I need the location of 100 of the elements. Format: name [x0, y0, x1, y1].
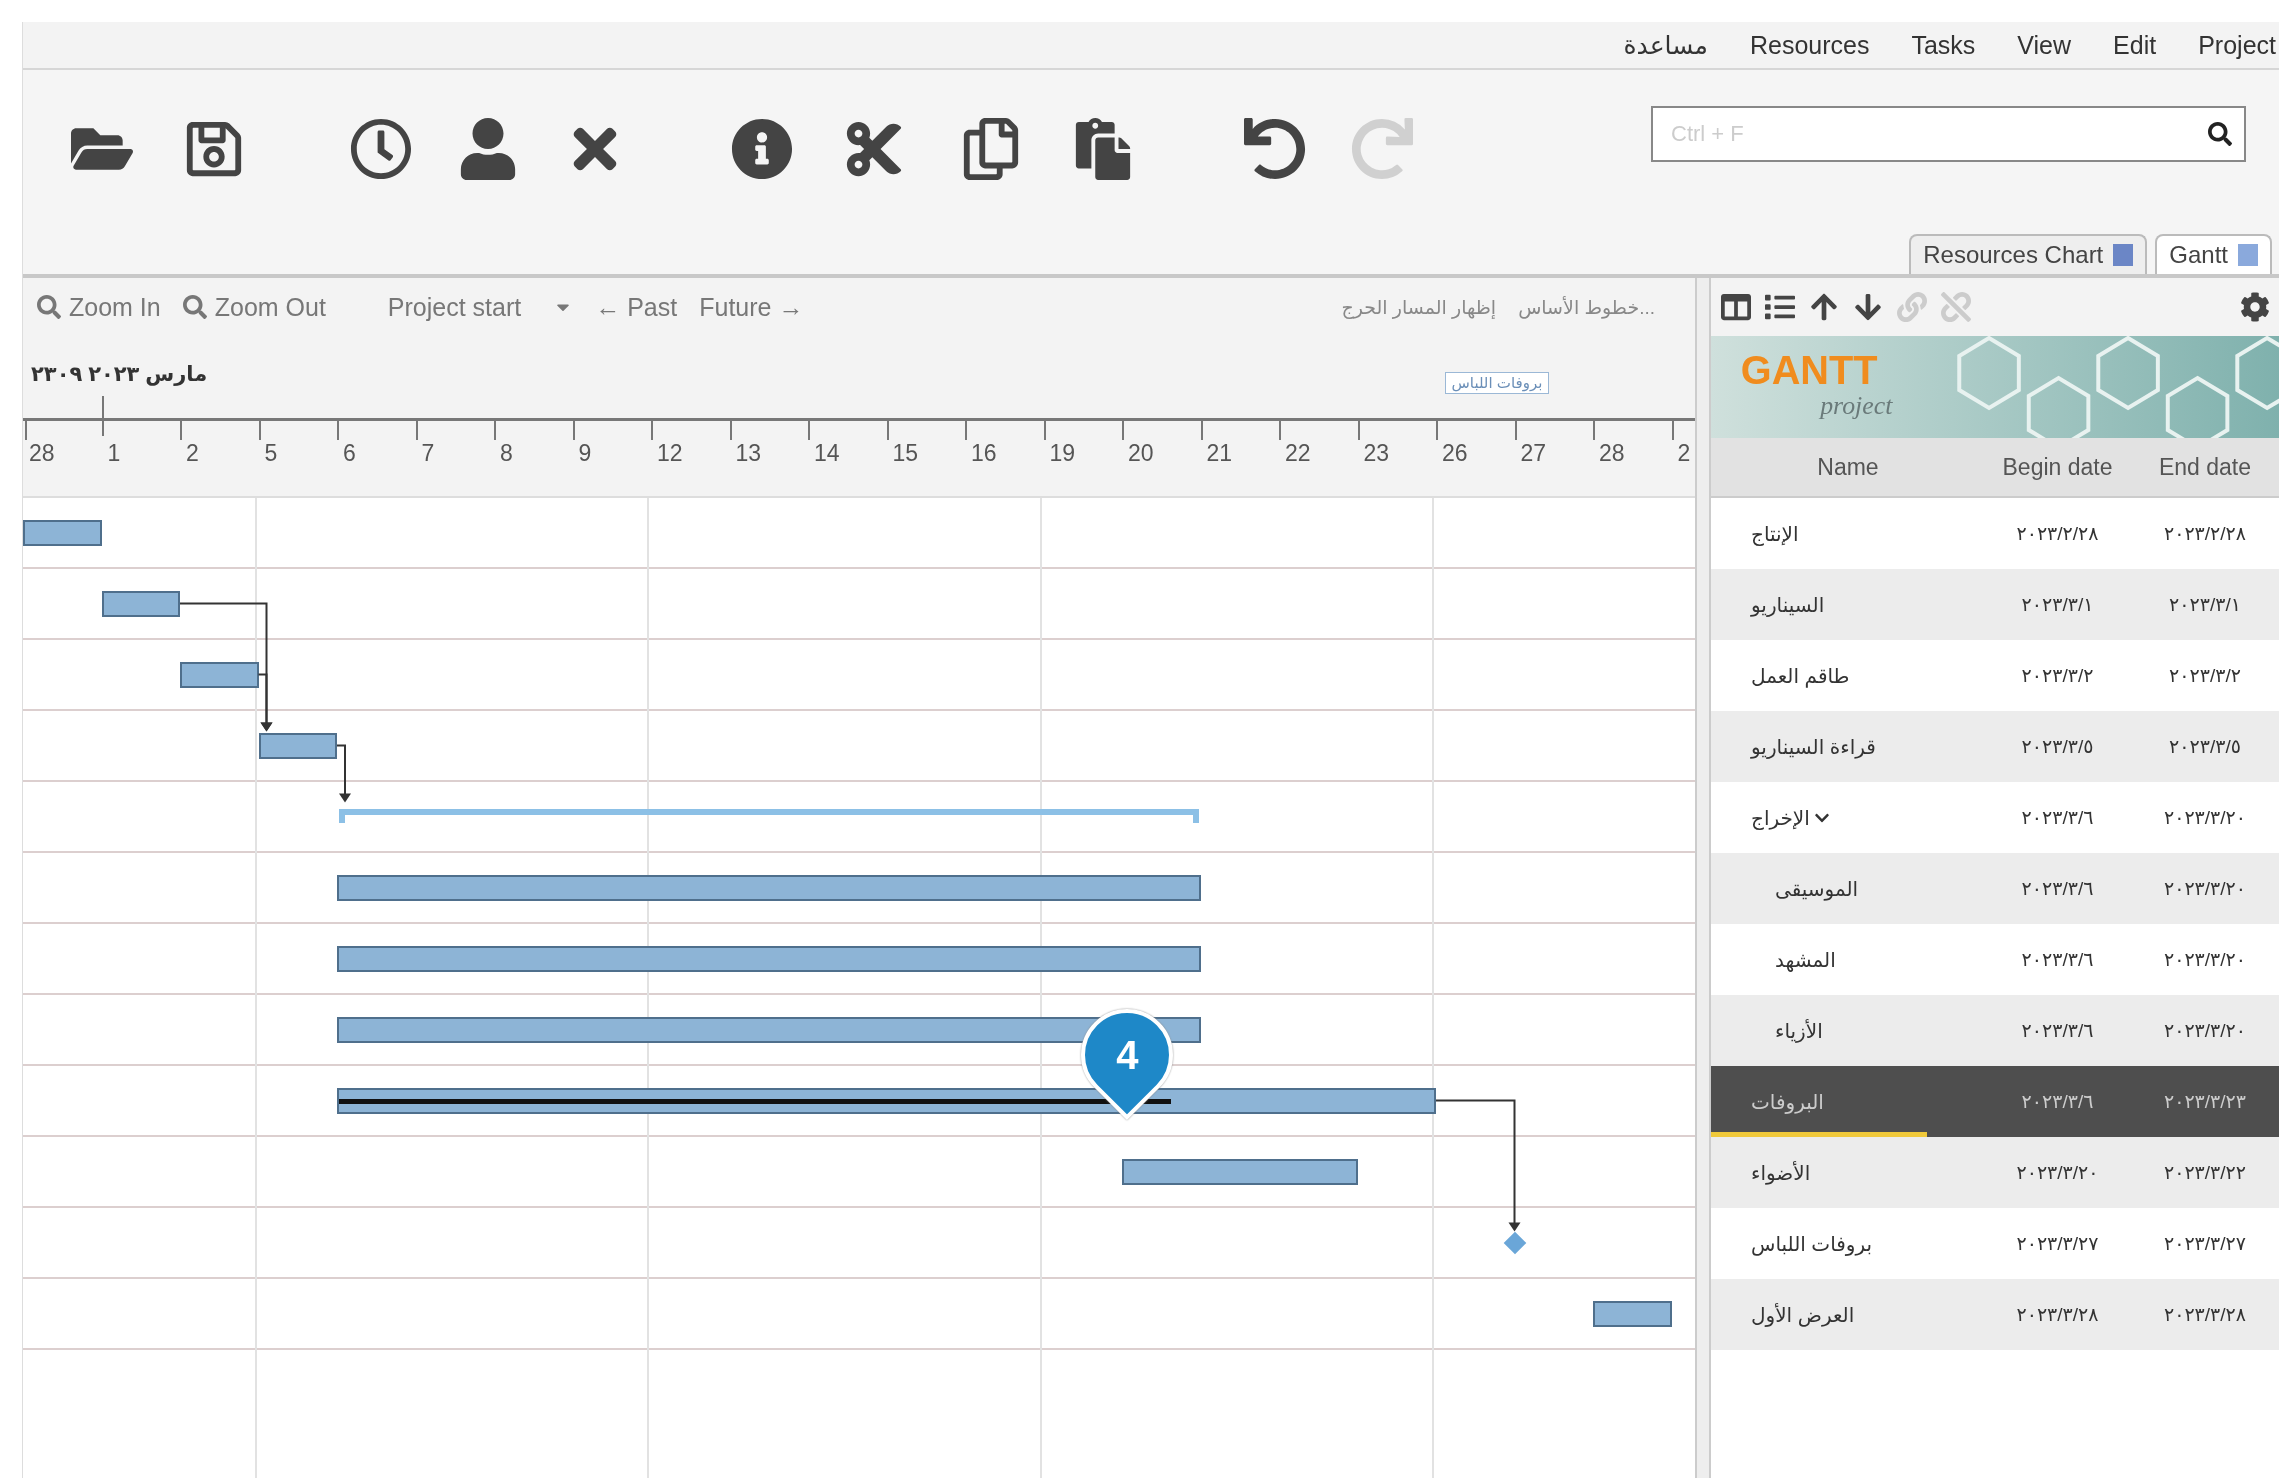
tick-mark [886, 418, 889, 440]
begin-date: ٢٠٢٣/٢/٢٨ [2015, 522, 2100, 545]
task-name: السيناريو [1749, 592, 1826, 617]
begin-date: ٢٠٢٣/٣/٦ [2020, 1090, 2095, 1113]
task-name: المشهد [1774, 947, 1837, 972]
past-button[interactable]: ← Past [595, 292, 678, 322]
tick-mark [337, 418, 339, 440]
end-date: ٢٠٢٣/٣/٢٢ [2163, 1161, 2247, 1184]
task-row[interactable]: الأزياء ٢٠٢٣/٣/٦ ٢٠٢٣/٣/٢٠ [1711, 995, 2279, 1066]
magnifier-icon [182, 295, 207, 319]
task-name: الإنتاج [1750, 521, 1800, 546]
day-label: 13 [735, 440, 762, 467]
end-date: ٢٠٢٣/٣/٢٨ [2163, 1303, 2247, 1326]
project-start-dropdown[interactable]: Project start [387, 292, 574, 322]
tick-mark [25, 418, 27, 440]
day-label: 21 [1206, 440, 1233, 467]
task-row[interactable]: البروفات ٢٠٢٣/٣/٦ ٢٠٢٣/٣/٢٣ [1711, 1066, 2279, 1137]
month-label: مارس ٢٠٢٣ ٢٣٠٩ [31, 362, 208, 386]
end-date: ٢٠٢٣/٣/٢٧ [2163, 1232, 2247, 1255]
tab-icon [2238, 244, 2258, 266]
day-label: 1 [107, 440, 121, 467]
zoom-out-button[interactable]: Zoom Out [182, 292, 326, 322]
day-label: 28 [29, 440, 55, 467]
day-label: 28 [1599, 440, 1625, 467]
day-label: 2 [186, 440, 199, 467]
task-name: الإخراج [1711, 805, 1985, 830]
columns-icon[interactable] [1721, 292, 1751, 322]
tick-mark [1200, 418, 1203, 440]
down-arrow-icon[interactable] [1853, 292, 1883, 322]
clock-icon[interactable] [350, 117, 412, 180]
tick-mark [572, 418, 575, 440]
end-date: ٢٠٢٣/٣/٢٠ [2163, 877, 2247, 900]
end-date: ٢٠٢٣/٣/٢٠ [2163, 806, 2247, 829]
task-name: الأضواء [1750, 1160, 1812, 1185]
tick-mark [180, 418, 182, 440]
tick-mark [1122, 418, 1124, 440]
end-date: ٢٠٢٣/٣/٢٣ [2163, 1090, 2247, 1113]
end-date: ٢٠٢٣/٣/٢٠ [2163, 948, 2247, 971]
task-name: بروفات اللباس [1750, 1231, 1874, 1256]
view-tab[interactable]: Gantt [2155, 234, 2272, 274]
begin-date: ٢٠٢٣/٣/٢٠ [2015, 1161, 2100, 1184]
task-row[interactable]: الموسيقى ٢٠٢٣/٣/٦ ٢٠٢٣/٣/٢٠ [1711, 853, 2279, 924]
search-icon[interactable] [2208, 121, 2232, 146]
list-icon[interactable] [1765, 292, 1795, 322]
begin-date: ٢٠٢٣/٣/٢٧ [2015, 1232, 2100, 1255]
menu-item[interactable]: مساعدة [1623, 30, 1708, 60]
task-name: طاقم العمل [1750, 663, 1851, 688]
day-label: 23 [1363, 440, 1390, 467]
end-date: ٢٠٢٣/٣/٢ [2168, 664, 2242, 687]
future-button[interactable]: Future → [699, 292, 804, 322]
task-row[interactable]: العرض الأول ٢٠٢٣/٣/٢٨ ٢٠٢٣/٣/٢٨ [1711, 1279, 2279, 1350]
begin-date: ٢٠٢٣/٣/١ [2020, 593, 2095, 616]
begin-date: ٢٠٢٣/٣/٦ [2020, 877, 2095, 900]
task-name: قراءة السيناريو [1749, 734, 1877, 759]
tick-mark [1436, 418, 1438, 440]
day-label: 15 [892, 440, 919, 467]
task-row[interactable]: السيناريو ٢٠٢٣/٣/١ ٢٠٢٣/٣/١ [1711, 569, 2279, 640]
milestone-tag: بروفات اللباس [1444, 372, 1550, 394]
menu-item[interactable]: Resources [1749, 30, 1870, 60]
day-label: 19 [1049, 440, 1076, 467]
menu-item[interactable]: Tasks [1911, 30, 1976, 60]
tick-mark [1514, 418, 1517, 440]
task-row[interactable]: الأضواء ٢٠٢٣/٣/٢٠ ٢٠٢٣/٣/٢٢ [1711, 1137, 2279, 1208]
magnifier-icon [37, 295, 61, 319]
zoom-in-button[interactable]: Zoom In [37, 292, 161, 322]
view-tab[interactable]: Resources Chart [1909, 234, 2148, 274]
settings-icon[interactable] [2240, 292, 2270, 322]
column-header[interactable]: Begin date [1985, 453, 2130, 481]
day-label: 2 [1677, 440, 1691, 467]
menu-item[interactable]: Edit [2113, 30, 2157, 60]
undo-icon[interactable] [1244, 117, 1306, 180]
begin-date: ٢٠٢٣/٣/٥ [2020, 735, 2095, 758]
menu-item[interactable]: View [2017, 30, 2072, 60]
task-row[interactable]: قراءة السيناريو ٢٠٢٣/٣/٥ ٢٠٢٣/٣/٥ [1711, 711, 2279, 782]
tick-mark [1357, 418, 1360, 440]
column-header[interactable]: Name [1711, 453, 1985, 481]
tick-mark [1671, 418, 1674, 440]
begin-date: ٢٠٢٣/٣/٦ [2020, 948, 2095, 971]
up-arrow-icon[interactable] [1809, 292, 1839, 322]
column-header[interactable]: End date [2130, 453, 2279, 481]
menu-item[interactable]: Project [2198, 30, 2276, 60]
begin-date: ٢٠٢٣/٣/٢٨ [2015, 1303, 2100, 1326]
day-label: 14 [814, 440, 840, 467]
day-label: 12 [657, 440, 683, 467]
day-label: 26 [1442, 440, 1468, 467]
tick-mark [1043, 418, 1046, 440]
day-label: 5 [264, 440, 278, 467]
day-label: 7 [421, 440, 435, 467]
task-name: الموسيقى [1774, 876, 1860, 901]
end-date: ٢٠٢٣/٣/٢٠ [2163, 1019, 2247, 1042]
task-name: العرض الأول [1750, 1302, 1856, 1327]
task-bar[interactable] [337, 1087, 1436, 1114]
logo-subtitle: project [1820, 390, 1893, 420]
tick-mark [1279, 418, 1281, 440]
logo-title: GANTT [1740, 347, 1878, 393]
tick-mark [1593, 418, 1595, 440]
info-icon[interactable] [731, 117, 793, 180]
task-name: الأزياء [1774, 1018, 1824, 1043]
tab-icon [2113, 244, 2134, 266]
day-label: 8 [500, 440, 513, 467]
